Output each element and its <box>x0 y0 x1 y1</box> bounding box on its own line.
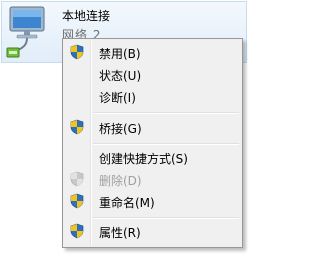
menu-separator <box>93 143 239 145</box>
network-connection-icon <box>6 6 45 58</box>
menu-separator <box>93 217 239 219</box>
desktop-area: 本地连接 网络 2 R 禁用(B) 状态(U) 诊断(I) <box>0 0 257 259</box>
menu-item-disable[interactable]: 禁用(B) <box>65 42 240 63</box>
menu-item-properties[interactable]: 属性(R) <box>65 221 240 242</box>
menu-item-delete: 删除(D) <box>65 169 240 190</box>
menu-item-label: 删除(D) <box>99 174 142 188</box>
menu-item-label: 禁用(B) <box>99 47 141 61</box>
menu-item-rename[interactable]: 重命名(M) <box>65 191 240 212</box>
uac-shield-icon <box>70 44 84 60</box>
menu-item-label: 属性(R) <box>99 226 141 240</box>
uac-shield-icon <box>70 171 84 187</box>
menu-item-label: 桥接(G) <box>99 122 142 136</box>
context-menu: 禁用(B) 状态(U) 诊断(I) 桥接(G) 创建快捷方式(S) 删除(D) … <box>62 38 243 248</box>
menu-separator <box>93 112 239 114</box>
menu-item-label: 创建快捷方式(S) <box>99 152 188 166</box>
uac-shield-icon <box>70 223 84 239</box>
connection-title: 本地连接 <box>62 9 111 23</box>
menu-item-bridge[interactable]: 桥接(G) <box>65 117 240 138</box>
uac-shield-icon <box>70 193 84 209</box>
uac-shield-icon <box>70 119 84 135</box>
menu-item-status[interactable]: 状态(U) <box>65 64 240 85</box>
menu-item-label: 状态(U) <box>99 69 142 83</box>
menu-item-diagnose[interactable]: 诊断(I) <box>65 86 240 107</box>
menu-item-label: 诊断(I) <box>99 91 136 105</box>
menu-item-create-shortcut[interactable]: 创建快捷方式(S) <box>65 147 240 168</box>
menu-item-label: 重命名(M) <box>99 196 155 210</box>
